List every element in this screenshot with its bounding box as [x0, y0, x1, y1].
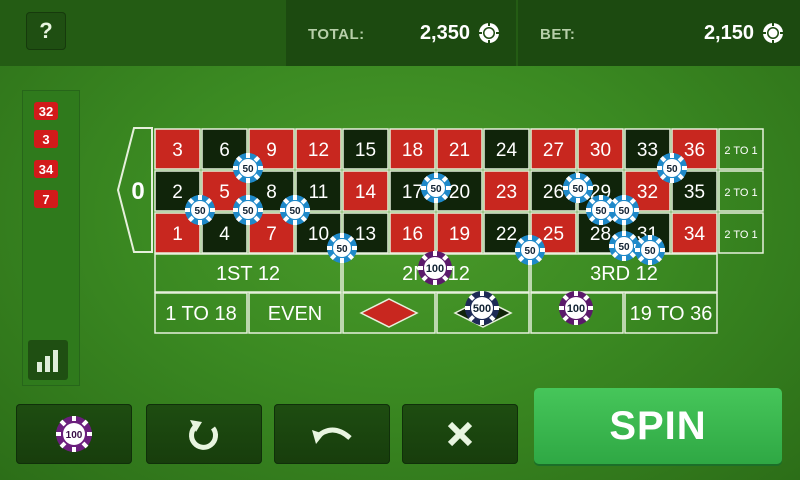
number-label: 19 [449, 224, 470, 245]
number-label: 9 [266, 140, 277, 161]
chip[interactable]: 50 [327, 233, 357, 263]
number-label: 4 [219, 224, 230, 245]
rebet-button[interactable] [146, 404, 262, 464]
chip[interactable]: 50 [635, 235, 665, 265]
number-label: 28 [590, 224, 611, 245]
svg-text:50: 50 [618, 242, 630, 253]
number-label: 21 [449, 140, 470, 161]
svg-text:50: 50 [666, 164, 678, 175]
undo-icon [312, 427, 352, 444]
number-label: 5 [219, 182, 230, 203]
zero-label: 0 [131, 178, 144, 205]
number-label: 3 [172, 140, 183, 161]
number-label: 30 [590, 140, 611, 161]
number-label: 15 [355, 140, 376, 161]
number-label: 26 [543, 182, 564, 203]
number-label: 10 [308, 224, 329, 245]
svg-text:100: 100 [567, 303, 585, 315]
clear-bets-button[interactable] [402, 404, 518, 464]
svg-text:500: 500 [473, 303, 491, 315]
outside-bet-label: EVEN [268, 303, 322, 325]
chip[interactable]: 50 [657, 153, 687, 183]
outside-bet-label: 19 TO 36 [630, 303, 713, 325]
chip[interactable]: 50 [233, 195, 263, 225]
column-bet-label: 2 TO 1 [724, 229, 757, 241]
number-label: 8 [266, 182, 277, 203]
chip-selector-button[interactable]: 100 [16, 404, 132, 464]
chip[interactable]: 50 [233, 153, 263, 183]
chip[interactable]: 50 [609, 195, 639, 225]
spin-button[interactable]: SPIN [534, 388, 782, 464]
number-label: 13 [355, 224, 376, 245]
number-label: 35 [684, 182, 705, 203]
svg-text:50: 50 [242, 206, 254, 217]
number-label: 22 [496, 224, 517, 245]
dozen-label: 3RD 12 [590, 263, 658, 285]
dozen-label: 1ST 12 [216, 263, 280, 285]
chip[interactable]: 500 [465, 291, 499, 325]
chip[interactable]: 100 [418, 251, 452, 285]
svg-text:100: 100 [426, 263, 444, 275]
svg-text:50: 50 [644, 246, 656, 257]
number-label: 34 [684, 224, 706, 245]
column-bet-label: 2 TO 1 [724, 187, 757, 199]
number-label: 14 [355, 182, 377, 203]
chip[interactable]: 50 [280, 195, 310, 225]
number-label: 16 [402, 224, 423, 245]
selected-chip-value: 100 [66, 430, 83, 441]
outside-bet-label: 1 TO 18 [165, 303, 237, 325]
number-label: 17 [402, 182, 423, 203]
svg-text:50: 50 [430, 184, 442, 195]
number-label: 6 [219, 140, 230, 161]
close-icon [447, 421, 473, 447]
chip[interactable]: 50 [609, 231, 639, 261]
svg-text:50: 50 [289, 206, 301, 217]
number-label: 1 [172, 224, 183, 245]
undo-button[interactable] [274, 404, 390, 464]
number-label: 7 [266, 224, 277, 245]
svg-text:50: 50 [618, 206, 630, 217]
svg-text:50: 50 [242, 164, 254, 175]
svg-text:50: 50 [572, 184, 584, 195]
svg-text:50: 50 [194, 206, 206, 217]
chip[interactable]: 50 [515, 235, 545, 265]
number-label: 32 [637, 182, 658, 203]
chip[interactable]: 50 [421, 173, 451, 203]
number-label: 11 [309, 182, 329, 203]
chip[interactable]: 50 [185, 195, 215, 225]
red-diamond-icon [359, 298, 419, 328]
svg-text:50: 50 [524, 246, 536, 257]
number-label: 20 [449, 182, 470, 203]
number-label: 36 [684, 140, 705, 161]
number-label: 18 [402, 140, 423, 161]
chip-icon: 100 [56, 416, 92, 452]
number-label: 12 [308, 140, 329, 161]
svg-text:50: 50 [336, 244, 348, 255]
number-label: 33 [637, 140, 658, 161]
repeat-icon [189, 420, 218, 450]
number-label: 24 [496, 140, 518, 161]
chip[interactable]: 50 [563, 173, 593, 203]
chip[interactable]: 100 [559, 291, 593, 325]
number-label: 25 [543, 224, 564, 245]
svg-text:50: 50 [595, 206, 607, 217]
number-label: 23 [496, 182, 517, 203]
number-label: 27 [543, 140, 564, 161]
number-label: 2 [172, 182, 183, 203]
column-bet-label: 2 TO 1 [724, 145, 757, 157]
